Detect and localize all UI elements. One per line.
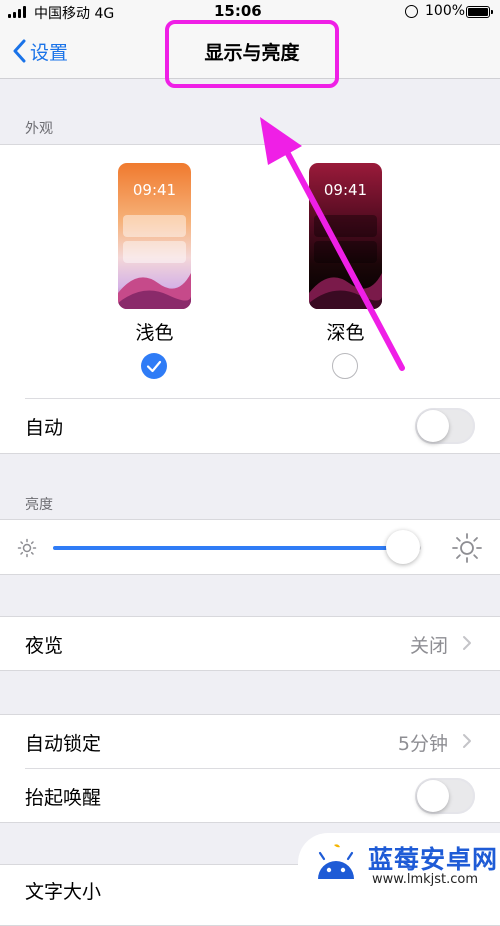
preview-card bbox=[314, 241, 377, 263]
sun-large-icon bbox=[452, 533, 482, 563]
title-highlight-box bbox=[165, 20, 339, 88]
checkmark-icon bbox=[146, 360, 162, 373]
watermark-title: 蓝莓安卓网 bbox=[368, 845, 499, 874]
brightness-slider-thumb[interactable] bbox=[385, 530, 420, 564]
raise-to-wake-label: 抬起唤醒 bbox=[25, 787, 102, 809]
lock-group: 自动锁定 5分钟 抬起唤醒 bbox=[0, 714, 500, 823]
dark-mode-radio[interactable] bbox=[332, 353, 358, 379]
chevron-right-icon bbox=[463, 636, 471, 650]
raise-to-wake-row[interactable]: 抬起唤醒 bbox=[0, 769, 500, 822]
chevron-left-icon bbox=[13, 39, 26, 63]
light-mode-radio-checked[interactable] bbox=[141, 353, 167, 379]
auto-appearance-row[interactable]: 自动 bbox=[0, 399, 500, 452]
light-mode-label: 浅色 bbox=[135, 322, 174, 344]
dark-preview-time: 09:41 bbox=[323, 181, 368, 199]
appearance-group: 自动 bbox=[0, 144, 500, 454]
auto-lock-label: 自动锁定 bbox=[25, 733, 102, 755]
raise-to-wake-toggle[interactable] bbox=[415, 778, 475, 814]
signal-icon bbox=[8, 6, 30, 18]
appearance-section-label: 外观 bbox=[25, 121, 53, 137]
preview-card bbox=[123, 241, 186, 263]
auto-appearance-label: 自动 bbox=[25, 417, 64, 439]
android-logo-icon bbox=[318, 844, 354, 879]
preview-wave bbox=[309, 273, 382, 309]
sun-small-icon bbox=[17, 538, 37, 558]
night-shift-group: 夜览 关闭 bbox=[0, 616, 500, 671]
carrier-label: 中国移动 4G bbox=[34, 6, 115, 22]
night-shift-value: 关闭 bbox=[409, 635, 448, 657]
preview-wave bbox=[118, 273, 191, 309]
brightness-slider-track[interactable] bbox=[53, 546, 421, 550]
back-button[interactable]: 设置 bbox=[12, 36, 68, 66]
auto-lock-value: 5分钟 bbox=[397, 733, 448, 755]
auto-appearance-toggle[interactable] bbox=[415, 408, 475, 444]
watermark-url: www.lmkjst.com bbox=[372, 872, 479, 887]
battery-icon bbox=[466, 6, 493, 18]
dark-mode-preview[interactable]: 09:41 bbox=[309, 163, 382, 309]
battery-percent: 100% bbox=[425, 3, 466, 19]
light-mode-preview[interactable]: 09:41 bbox=[118, 163, 191, 309]
chevron-right-icon bbox=[463, 734, 471, 748]
dark-mode-label: 深色 bbox=[326, 322, 365, 344]
preview-card bbox=[123, 215, 186, 237]
back-label: 设置 bbox=[30, 41, 69, 64]
preview-card bbox=[314, 215, 377, 237]
auto-lock-row[interactable]: 自动锁定 5分钟 bbox=[0, 715, 500, 768]
night-shift-label: 夜览 bbox=[25, 635, 64, 657]
light-preview-time: 09:41 bbox=[132, 181, 177, 199]
night-shift-row[interactable]: 夜览 关闭 bbox=[0, 617, 500, 670]
text-size-label: 文字大小 bbox=[25, 881, 102, 903]
rotation-lock-icon bbox=[405, 5, 418, 18]
brightness-section-label: 亮度 bbox=[25, 497, 53, 513]
status-time: 15:06 bbox=[214, 2, 262, 20]
